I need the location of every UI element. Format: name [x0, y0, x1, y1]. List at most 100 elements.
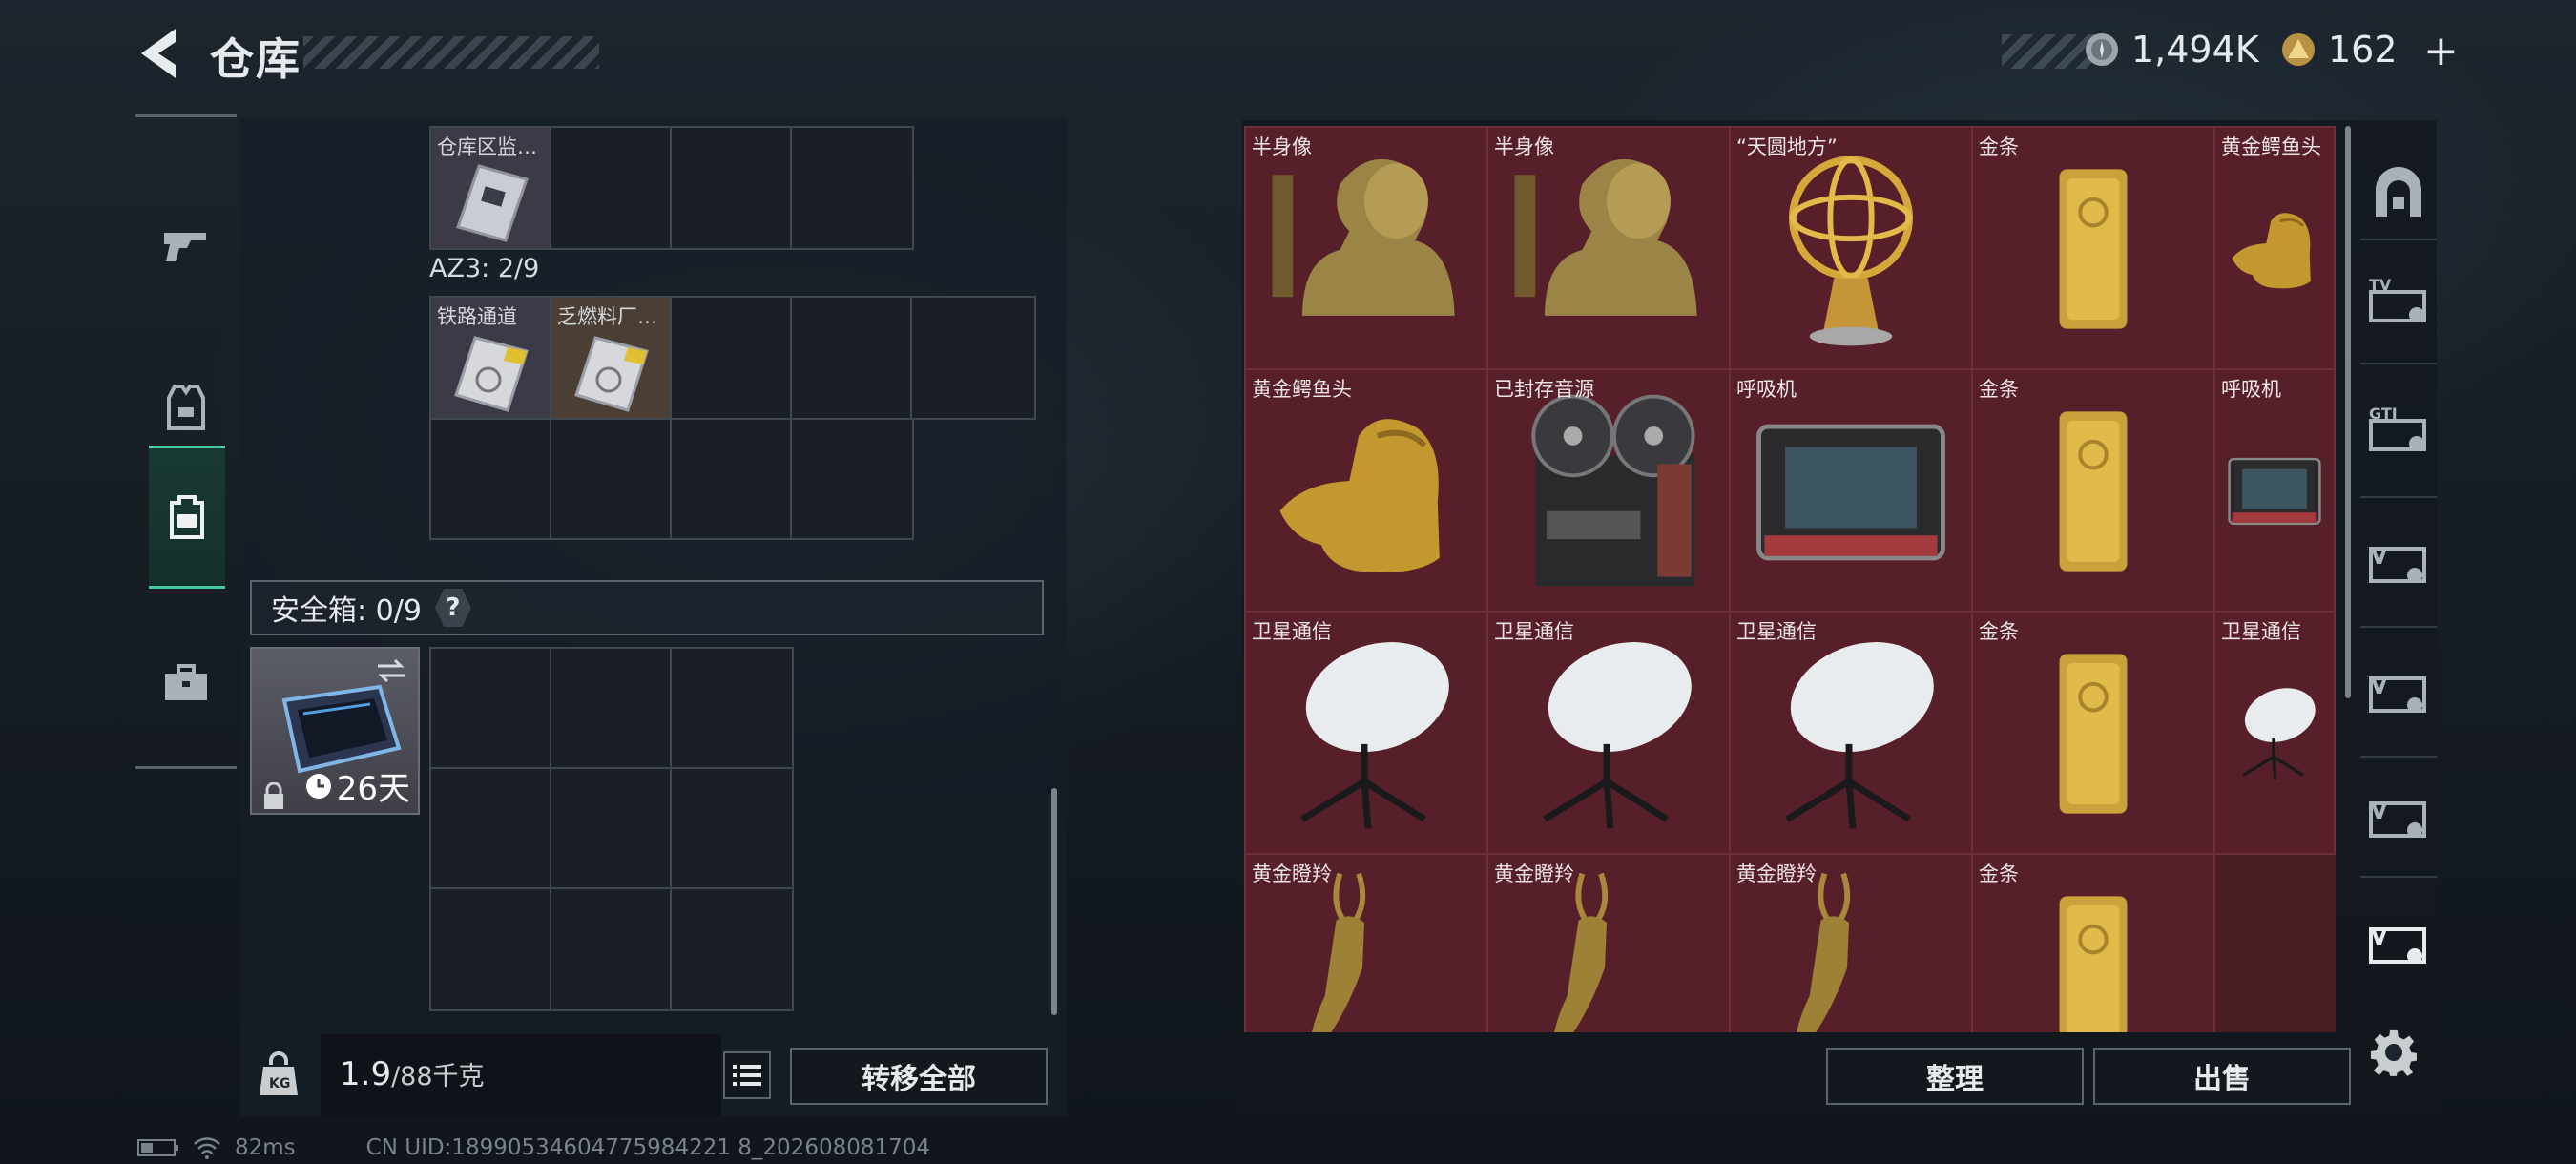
gold-icon — [2059, 654, 2128, 814]
left-category-nav — [135, 114, 237, 769]
warehouse-item[interactable]: 黄金鳄鱼头 — [1244, 368, 1488, 613]
croc-icon — [1279, 419, 1440, 573]
case-duration: 26天 — [304, 762, 410, 809]
inventory-item-keycard[interactable]: 仓库区监… — [429, 126, 551, 250]
inventory-item-fuel-plant-key[interactable]: 乏燃料厂… — [550, 296, 672, 420]
dish-icon — [1543, 642, 1692, 829]
nav-tab-8[interactable]: V — [2360, 878, 2437, 1008]
item-label: 呼吸机 — [1736, 378, 1797, 401]
container-grid-az3: 铁路通道 乏燃料厂… — [429, 296, 1036, 540]
warehouse-item[interactable]: 卫星通信 — [1729, 611, 1973, 855]
back-button[interactable] — [134, 23, 191, 84]
warehouse-item[interactable]: 黄金瞪羚 — [1244, 853, 1488, 1032]
empty-slot[interactable] — [429, 647, 551, 769]
item-label: 卫星通信 — [1736, 620, 1817, 643]
empty-slot[interactable] — [790, 296, 912, 420]
warehouse-item[interactable]: 卫星通信 — [2213, 611, 2336, 855]
storage-scrollbar[interactable] — [1051, 788, 1057, 1015]
empty-slot[interactable] — [550, 126, 672, 250]
sort-button[interactable]: 整理 — [1826, 1048, 2084, 1105]
item-label: 乏燃料厂… — [557, 305, 657, 328]
empty-slot[interactable] — [670, 296, 792, 420]
warehouse-item[interactable]: 呼吸机 — [2213, 368, 2336, 613]
sell-button[interactable]: 出售 — [2093, 1048, 2351, 1105]
empty-slot[interactable] — [429, 767, 551, 889]
right-category-nav: TV GTI V V V V — [2360, 145, 2437, 966]
clock-icon — [305, 773, 331, 799]
nav-weapons[interactable] — [149, 175, 223, 318]
gear-icon[interactable] — [2370, 1029, 2420, 1078]
secure-case-slot[interactable]: 26天 — [250, 647, 420, 815]
nav-tab-tv[interactable]: TV — [2360, 240, 2437, 364]
warehouse-item[interactable]: 黄金瞪羚 — [1486, 853, 1731, 1032]
warehouse-item[interactable]: 卫星通信 — [1486, 611, 1731, 855]
warehouse-item[interactable]: 半身像 — [1244, 126, 1488, 370]
nav-tab-7[interactable]: V — [2360, 758, 2437, 878]
bust-icon — [1514, 158, 1697, 316]
inventory-item-railway-key[interactable]: 铁路通道 — [429, 296, 551, 420]
empty-slot[interactable] — [550, 887, 672, 1011]
safebox-label: 安全箱: 0/9 — [271, 594, 422, 628]
weight-current: 1.9 — [340, 1055, 392, 1093]
status-bar: 82ms CN UID:18990534604775984221 8_20260… — [137, 1135, 930, 1160]
svg-text:V: V — [2371, 926, 2387, 950]
nav-tab-6[interactable]: V — [2360, 628, 2437, 758]
empty-slot[interactable] — [670, 418, 792, 540]
empty-slot[interactable] — [550, 647, 672, 769]
empty-slot[interactable] — [790, 418, 914, 540]
warehouse-item[interactable]: 已封存音源 — [1486, 368, 1731, 613]
title-decoration — [303, 36, 599, 69]
transfer-all-button[interactable]: 转移全部 — [790, 1048, 1048, 1105]
warehouse-item[interactable]: 半身像 — [1486, 126, 1731, 370]
gold-icon — [2059, 169, 2128, 329]
coin-icon — [2086, 33, 2118, 66]
vent-icon — [1756, 424, 1945, 561]
nav-case[interactable] — [149, 612, 223, 755]
currency-premium: 162 — [2280, 27, 2398, 73]
arch-icon — [2376, 167, 2421, 217]
safebox-header: 安全箱: 0/9 ? — [250, 580, 1044, 635]
item-label: 金条 — [1979, 863, 2019, 885]
empty-slot[interactable] — [429, 418, 551, 540]
item-label: 金条 — [1979, 135, 2019, 158]
empty-slot[interactable] — [910, 296, 1036, 420]
page-title: 仓库 — [210, 33, 301, 85]
empty-slot[interactable] — [550, 418, 672, 540]
warehouse-item[interactable]: 金条 — [1971, 853, 2215, 1032]
warehouse-item[interactable]: 卫星通信 — [1244, 611, 1488, 855]
wifi-icon — [194, 1137, 220, 1159]
list-view-button[interactable] — [723, 1051, 771, 1099]
nav-backpack[interactable] — [149, 446, 225, 589]
item-label: 金条 — [1979, 378, 2019, 401]
item-label: 卫星通信 — [1494, 620, 1574, 643]
warehouse-item[interactable]: 金条 — [1971, 126, 2215, 370]
keycard-icon — [456, 164, 529, 242]
dish-icon — [1785, 642, 1934, 829]
empty-slot[interactable] — [790, 126, 914, 250]
nav-tab-5[interactable]: V — [2360, 498, 2437, 628]
warehouse-item[interactable]: “天圆地方” — [1729, 126, 1973, 370]
nav-all-items[interactable] — [2360, 145, 2437, 240]
add-currency-button[interactable]: + — [2423, 27, 2459, 75]
nav-tab-gti[interactable]: GTI — [2360, 364, 2437, 498]
warehouse-item[interactable]: 金条 — [1971, 611, 2215, 855]
carry-weight: 1.9/88千克 — [340, 1055, 485, 1093]
tab-v-icon: V — [2369, 926, 2426, 964]
help-button[interactable]: ? — [434, 589, 471, 627]
gti-tab-icon: GTI — [2369, 405, 2426, 451]
empty-slot[interactable] — [670, 647, 794, 769]
empty-slot[interactable] — [550, 767, 672, 889]
dish-icon — [1300, 642, 1449, 829]
empty-slot[interactable] — [670, 767, 794, 889]
warehouse-item[interactable]: 呼吸机 — [1729, 368, 1973, 613]
warehouse-scrollbar[interactable] — [2345, 126, 2351, 698]
empty-slot[interactable] — [670, 887, 794, 1011]
currency-decoration — [2002, 34, 2097, 69]
safebox-grid — [429, 647, 794, 1011]
empty-slot[interactable] — [670, 126, 792, 250]
warehouse-item[interactable]: 金条 — [1971, 368, 2215, 613]
warehouse-item[interactable]: 黄金鳄鱼头 — [2213, 126, 2336, 370]
empty-slot[interactable] — [429, 887, 551, 1011]
item-label: 卫星通信 — [1252, 620, 1332, 643]
warehouse-item[interactable]: 黄金瞪羚 — [1729, 853, 1973, 1032]
